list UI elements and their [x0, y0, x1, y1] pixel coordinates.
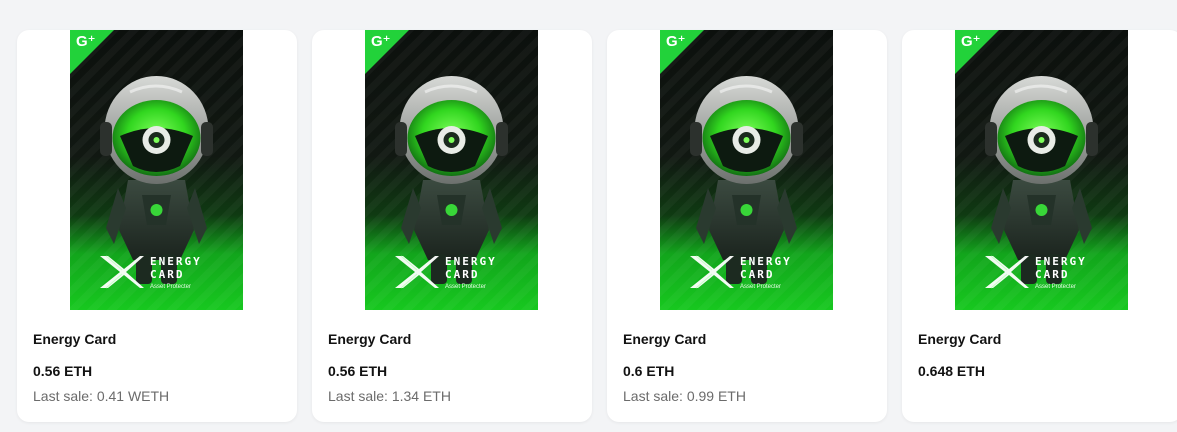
- energy-x-logo-icon: [690, 255, 734, 289]
- brand-logo-icon: G⁺: [666, 33, 686, 50]
- brand-subtitle: Asset Protecter: [1035, 284, 1077, 290]
- nft-name[interactable]: Energy Card: [623, 331, 706, 347]
- last-sale: Last sale: 1.34 ETH: [328, 388, 451, 404]
- brand-word-card: CARD: [445, 268, 480, 281]
- brand-subtitle: Asset Protecter: [445, 284, 487, 290]
- nft-card[interactable]: G⁺ ENERGY CARD Asset Protecter Energy Ca…: [17, 30, 297, 422]
- brand-word-card: CARD: [150, 268, 185, 281]
- nft-artwork[interactable]: G⁺ ENERGY CARD Asset Protecter: [955, 30, 1128, 310]
- brand-word-energy: ENERGY: [1035, 255, 1087, 268]
- energy-card-brand: ENERGY CARD Asset Protecter: [983, 252, 1123, 292]
- brand-word-energy: ENERGY: [150, 255, 202, 268]
- nft-price: 0.56 ETH: [328, 363, 388, 379]
- energy-card-brand: ENERGY CARD Asset Protecter: [688, 252, 828, 292]
- nft-artwork[interactable]: G⁺ ENERGY CARD Asset Protecter: [660, 30, 833, 310]
- energy-x-logo-icon: [985, 255, 1029, 289]
- energy-x-logo-icon: [395, 255, 439, 289]
- nft-price: 0.56 ETH: [33, 363, 93, 379]
- energy-card-brand: ENERGY CARD Asset Protecter: [98, 252, 238, 292]
- nft-card[interactable]: G⁺ ENERGY CARD Asset Protecter Energy Ca…: [607, 30, 887, 422]
- nft-price: 0.6 ETH: [623, 363, 675, 379]
- nft-card[interactable]: G⁺ ENERGY CARD Asset Protecter Energy Ca…: [312, 30, 592, 422]
- brand-word-energy: ENERGY: [740, 255, 792, 268]
- nft-name[interactable]: Energy Card: [918, 331, 1001, 347]
- brand-logo-icon: G⁺: [76, 33, 96, 50]
- nft-card-grid: G⁺ ENERGY CARD Asset Protecter Energy Ca…: [0, 0, 1177, 432]
- nft-artwork[interactable]: G⁺ ENERGY CARD Asset Protecter: [365, 30, 538, 310]
- energy-x-logo-icon: [100, 255, 144, 289]
- last-sale: Last sale: 0.41 WETH: [33, 388, 170, 404]
- brand-logo-icon: G⁺: [371, 33, 391, 50]
- brand-logo-icon: G⁺: [961, 33, 981, 50]
- brand-word-card: CARD: [740, 268, 775, 281]
- brand-subtitle: Asset Protecter: [740, 284, 782, 290]
- nft-name[interactable]: Energy Card: [328, 331, 411, 347]
- nft-name[interactable]: Energy Card: [33, 331, 116, 347]
- brand-subtitle: Asset Protecter: [150, 284, 192, 290]
- brand-word-card: CARD: [1035, 268, 1070, 281]
- nft-card[interactable]: G⁺ ENERGY CARD Asset Protecter Energy Ca…: [902, 30, 1177, 422]
- last-sale: Last sale: 0.99 ETH: [623, 388, 746, 404]
- energy-card-brand: ENERGY CARD Asset Protecter: [393, 252, 533, 292]
- nft-artwork[interactable]: G⁺ ENERGY CARD Asset Protecter: [70, 30, 243, 310]
- brand-word-energy: ENERGY: [445, 255, 497, 268]
- nft-price: 0.648 ETH: [918, 363, 985, 379]
